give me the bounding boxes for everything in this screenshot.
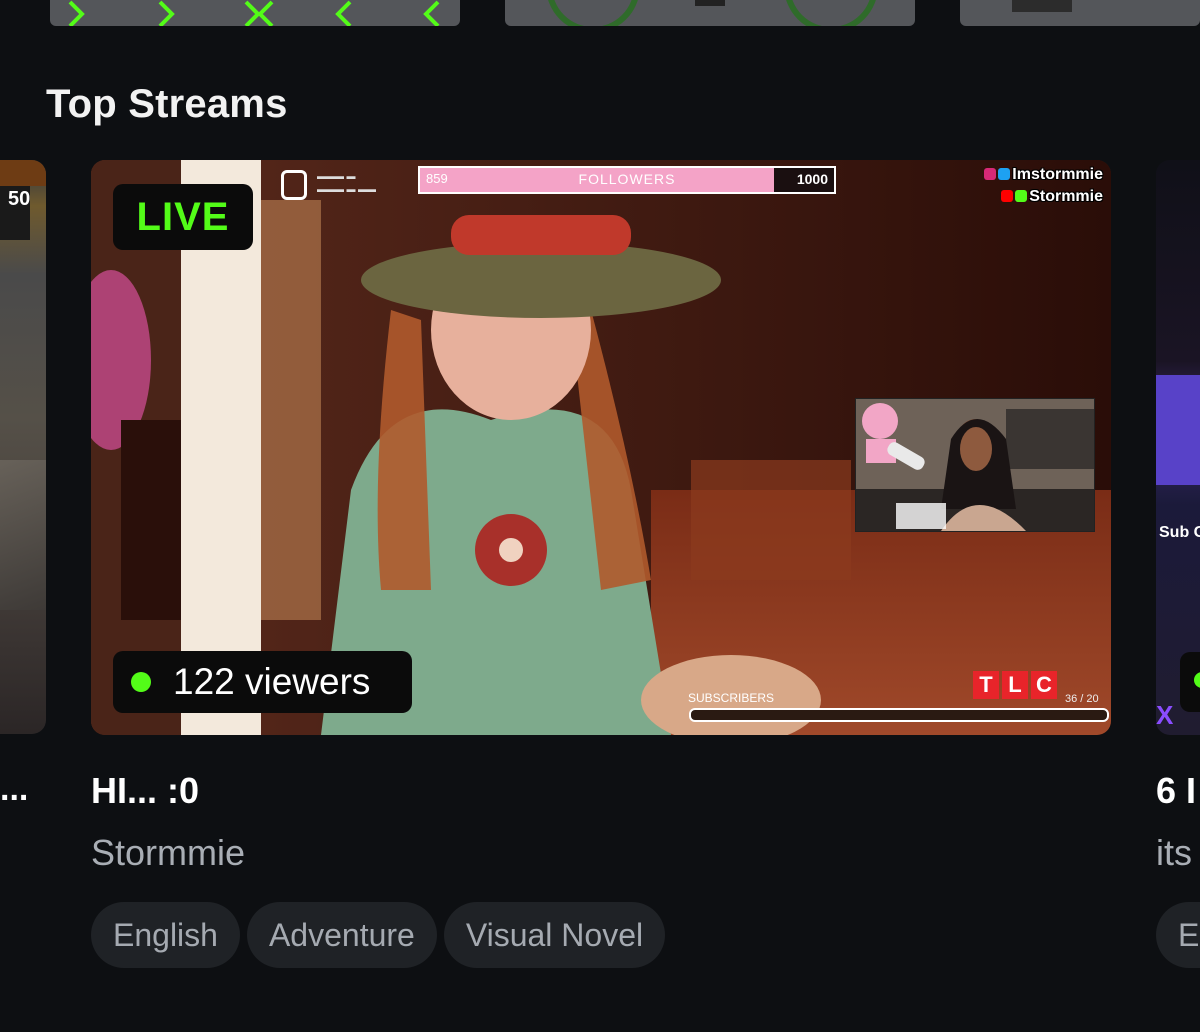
goal-text: ▬▬▬ ▬ ▬▬▬ ▬ ▬▬	[317, 171, 377, 194]
chevron-pattern-icon	[68, 0, 440, 26]
stream-title[interactable]: HI... :0	[91, 770, 199, 812]
x-logo-icon: X	[1156, 700, 1174, 730]
social-handle: Stormmie	[984, 186, 1103, 208]
tv-channel-logo: T L C	[973, 671, 1060, 699]
stream-card-thumbnail[interactable]: 50	[0, 160, 46, 734]
thumbnail-detail	[1156, 375, 1200, 485]
thumbnail-overlay-text: 50	[8, 188, 31, 210]
stream-card-thumbnail[interactable]: Sub G X	[1156, 160, 1200, 735]
subscribers-progress-bar	[689, 708, 1109, 722]
stream-title[interactable]: ...	[0, 770, 28, 809]
webcam-image	[856, 399, 1094, 531]
channel-name[interactable]: its	[1156, 832, 1192, 874]
viewer-count-badge	[1180, 652, 1200, 712]
social-handles: Imstormmie Stormmie	[984, 164, 1103, 208]
channel-name[interactable]: Stormmie	[91, 832, 245, 874]
stream-tags: English Adventure Visual Novel	[91, 902, 672, 968]
webcam-overlay	[855, 398, 1095, 532]
youtube-icon	[1001, 190, 1014, 202]
kick-icon	[1015, 190, 1028, 202]
thumbnail-overlay-text: Sub G	[1159, 524, 1200, 541]
train-icon	[281, 170, 307, 200]
thumbnail-detail	[0, 160, 46, 186]
viewer-count-badge: 122 viewers	[113, 651, 412, 713]
tag-chip[interactable]: Visual Novel	[443, 902, 666, 968]
live-badge: LIVE	[113, 184, 253, 250]
previous-row-card[interactable]	[960, 0, 1200, 26]
twitter-icon	[998, 168, 1011, 180]
tag-chip[interactable]: Adventure	[246, 902, 437, 968]
live-dot-icon	[131, 672, 151, 692]
social-handle: Imstormmie	[984, 164, 1103, 186]
stream-title[interactable]: 6 I	[1156, 770, 1196, 812]
stream-card-thumbnail[interactable]: ▬▬▬ ▬ ▬▬▬ ▬ ▬▬ 859 FOLLOWERS 1000 Imstorm…	[91, 160, 1111, 735]
section-title: Top Streams	[46, 82, 288, 126]
tag-chip[interactable]: E	[1156, 902, 1200, 968]
followers-label: FOLLOWERS	[578, 171, 676, 187]
followers-goal-bar: 859 FOLLOWERS 1000	[418, 166, 836, 194]
previous-row	[0, 0, 1200, 28]
subscribers-label: SUBSCRIBERS	[688, 691, 775, 705]
subscribers-count: 36 / 20	[1065, 693, 1099, 705]
live-dot-icon	[1194, 672, 1200, 688]
device-icon	[1012, 0, 1072, 12]
previous-row-card[interactable]	[505, 0, 915, 26]
tag-chip[interactable]: English	[91, 902, 240, 968]
instagram-icon	[984, 168, 997, 180]
subscriber-goal-widget: ▬▬▬ ▬ ▬▬▬ ▬ ▬▬	[281, 168, 391, 202]
thumbnail-detail	[0, 460, 46, 610]
viewer-count: 122 viewers	[173, 661, 371, 702]
previous-row-card[interactable]	[50, 0, 460, 26]
gamepad-icon	[548, 0, 876, 26]
followers-goal: 1000	[796, 171, 828, 187]
